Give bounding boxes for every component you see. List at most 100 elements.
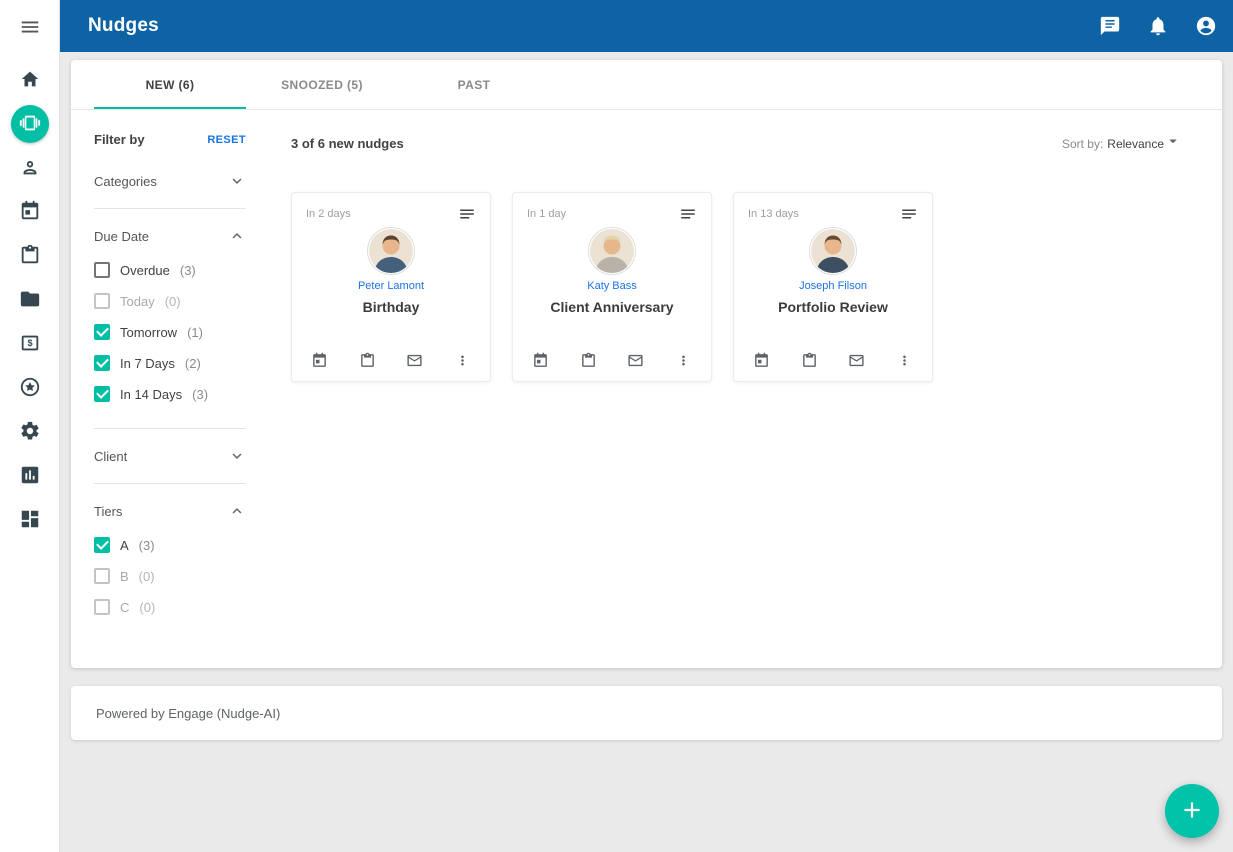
email-icon[interactable] — [627, 352, 644, 369]
filter-section-categories[interactable]: Categories — [94, 161, 246, 201]
add-nudge-button[interactable] — [1165, 784, 1219, 838]
more-vert-icon[interactable] — [454, 352, 471, 369]
notes-icon[interactable] — [458, 205, 476, 223]
note-icon[interactable] — [580, 352, 597, 369]
header-actions — [1099, 15, 1217, 37]
calendar-icon[interactable] — [753, 352, 770, 369]
filter-section-client[interactable]: Client — [94, 436, 246, 476]
due-label: In 13 days — [748, 205, 799, 220]
page-title: Nudges — [88, 15, 159, 37]
results-summary: 3 of 6 new nudges — [291, 136, 404, 151]
nudge-cards: In 2 days Peter Lamont Birthday — [291, 192, 1182, 382]
checkbox[interactable] — [94, 262, 110, 278]
notes-icon[interactable] — [900, 205, 918, 223]
tab-new[interactable]: NEW (6) — [94, 60, 246, 109]
more-vert-icon[interactable] — [675, 352, 692, 369]
checkbox[interactable] — [94, 537, 110, 553]
checkbox[interactable] — [94, 324, 110, 340]
results-area: 3 of 6 new nudges Sort by: Relevance — [246, 110, 1222, 668]
sort-by-dropdown[interactable]: Sort by: Relevance — [1062, 132, 1182, 155]
divider — [94, 483, 246, 484]
sidebar-item-favorites[interactable] — [11, 369, 49, 407]
email-icon[interactable] — [848, 352, 865, 369]
menu-icon[interactable] — [10, 10, 50, 44]
dropdown-arrow-icon — [1164, 132, 1182, 155]
filter-section-due-date[interactable]: Due Date — [94, 216, 246, 256]
powered-by-text: Powered by Engage (Nudge-AI) — [96, 706, 280, 721]
panel-body: Filter by RESET Categories Due Date — [71, 110, 1222, 668]
notifications-icon[interactable] — [1147, 15, 1169, 37]
notes-icon[interactable] — [679, 205, 697, 223]
chevron-up-icon — [228, 227, 246, 245]
sidebar-item-calendar[interactable] — [11, 193, 49, 231]
more-vert-icon[interactable] — [896, 352, 913, 369]
tab-snoozed[interactable]: SNOOZED (5) — [246, 60, 398, 109]
tab-new-label: NEW (6) — [146, 78, 195, 92]
nudge-card: In 1 day Katy Bass Client Anniversary — [512, 192, 712, 382]
client-link[interactable]: Peter Lamont — [306, 280, 476, 292]
filter-option-tomorrow[interactable]: Tomorrow (1) — [94, 324, 246, 340]
app: $ Nudges — [0, 0, 1233, 852]
filter-panel: Filter by RESET Categories Due Date — [94, 110, 246, 668]
email-icon[interactable] — [406, 352, 423, 369]
main-column: Nudges NEW (6) — [60, 0, 1233, 852]
checkbox[interactable] — [94, 293, 110, 309]
person-icon — [19, 156, 41, 181]
nudges-panel: NEW (6) SNOOZED (5) PAST Filter by RES — [71, 60, 1222, 668]
filter-option-in-7-days[interactable]: In 7 Days (2) — [94, 355, 246, 371]
filter-section-tiers[interactable]: Tiers — [94, 491, 246, 531]
sidebar-item-settings[interactable] — [11, 413, 49, 451]
plus-icon — [1179, 797, 1205, 826]
filter-option-today[interactable]: Today (0) — [94, 293, 246, 309]
note-icon[interactable] — [801, 352, 818, 369]
sidebar-item-reports[interactable] — [11, 457, 49, 495]
dashboard-icon — [19, 508, 41, 533]
filter-option-tier-b[interactable]: B (0) — [94, 568, 246, 584]
client-link[interactable]: Joseph Filson — [748, 280, 918, 292]
chevron-up-icon — [228, 502, 246, 520]
nudge-title: Client Anniversary — [527, 299, 697, 315]
filter-option-overdue[interactable]: Overdue (3) — [94, 262, 246, 278]
tiers-options: A (3) B (0) C (0) — [94, 531, 246, 634]
settings-icon — [19, 420, 41, 445]
nudge-card: In 13 days Joseph Filson Portfolio Revi — [733, 192, 933, 382]
due-label: In 2 days — [306, 205, 351, 220]
sidebar-item-home[interactable] — [11, 61, 49, 99]
sidebar-item-billing[interactable]: $ — [11, 325, 49, 363]
tab-snoozed-label: SNOOZED (5) — [281, 78, 363, 92]
calendar-icon[interactable] — [311, 352, 328, 369]
home-icon — [19, 68, 41, 93]
page-content: NEW (6) SNOOZED (5) PAST Filter by RES — [60, 52, 1233, 852]
checkbox[interactable] — [94, 568, 110, 584]
card-actions — [527, 352, 697, 371]
sidebar-item-nudges[interactable] — [11, 105, 49, 143]
star-icon — [19, 376, 41, 401]
filter-option-tier-c[interactable]: C (0) — [94, 599, 246, 615]
billing-icon: $ — [19, 332, 41, 357]
account-icon[interactable] — [1195, 15, 1217, 37]
sidebar-item-documents[interactable] — [11, 281, 49, 319]
client-link[interactable]: Katy Bass — [527, 280, 697, 292]
tab-past[interactable]: PAST — [398, 60, 550, 109]
filter-option-in-14-days[interactable]: In 14 Days (3) — [94, 386, 246, 402]
checkbox[interactable] — [94, 599, 110, 615]
chevron-down-icon — [228, 172, 246, 190]
sidebar-item-clients[interactable] — [11, 149, 49, 187]
sidebar-item-dashboard[interactable] — [11, 501, 49, 539]
sidebar-item-tasks[interactable] — [11, 237, 49, 275]
tabs: NEW (6) SNOOZED (5) PAST — [71, 60, 1222, 110]
calendar-icon — [19, 200, 41, 225]
reset-button[interactable]: RESET — [207, 134, 246, 146]
avatar — [809, 227, 857, 275]
checkbox[interactable] — [94, 355, 110, 371]
filter-option-tier-a[interactable]: A (3) — [94, 537, 246, 553]
note-icon[interactable] — [359, 352, 376, 369]
card-actions — [748, 352, 918, 371]
due-label: In 1 day — [527, 205, 566, 220]
chat-icon[interactable] — [1099, 15, 1121, 37]
chevron-down-icon — [228, 447, 246, 465]
tasks-icon — [19, 244, 41, 269]
powered-by-bar: Powered by Engage (Nudge-AI) — [71, 686, 1222, 740]
calendar-icon[interactable] — [532, 352, 549, 369]
checkbox[interactable] — [94, 386, 110, 402]
